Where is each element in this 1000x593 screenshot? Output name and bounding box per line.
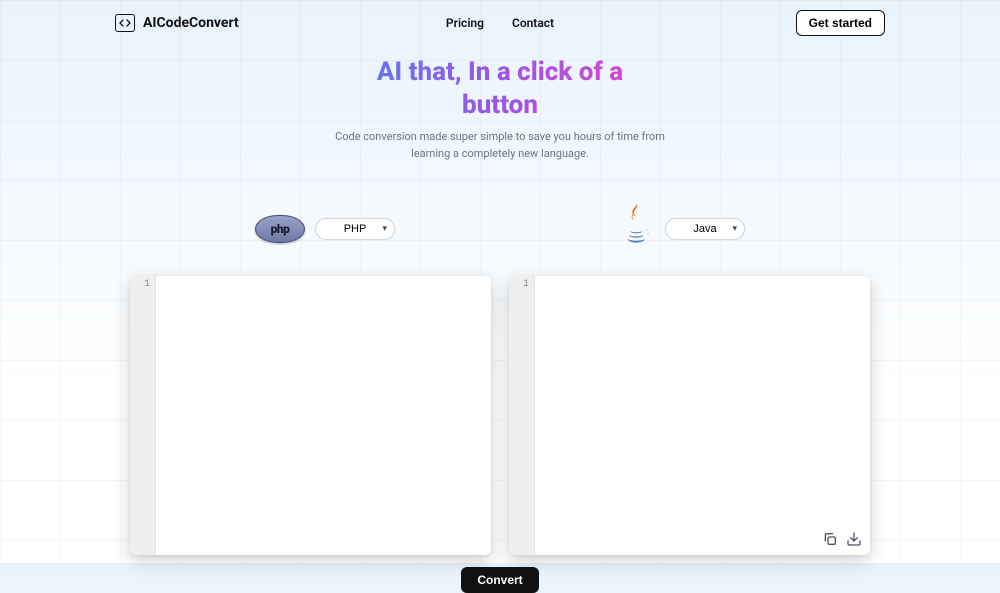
convert-button[interactable]: Convert bbox=[461, 567, 538, 593]
source-editor[interactable]: 1 bbox=[130, 276, 491, 555]
target-language-group: Java bbox=[615, 202, 745, 256]
editors-row: 1 1 bbox=[0, 276, 1000, 555]
source-language-group: php PHP bbox=[255, 202, 395, 256]
download-icon[interactable] bbox=[846, 531, 862, 547]
hero-title: AI that, In a click of a button bbox=[340, 56, 660, 121]
hero: AI that, In a click of a button Code con… bbox=[0, 56, 1000, 162]
get-started-button[interactable]: Get started bbox=[796, 10, 885, 36]
source-gutter: 1 bbox=[130, 276, 156, 555]
copy-icon[interactable] bbox=[822, 531, 838, 547]
target-editor-actions bbox=[822, 531, 862, 547]
target-gutter: 1 bbox=[509, 276, 535, 555]
brand-name: AICodeConvert bbox=[143, 15, 239, 31]
source-code-area[interactable] bbox=[156, 276, 491, 555]
target-code-area bbox=[535, 276, 870, 555]
brand-logo[interactable]: AICodeConvert bbox=[115, 14, 239, 32]
language-selectors: php PHP Java bbox=[0, 202, 1000, 256]
target-editor: 1 bbox=[509, 276, 870, 555]
java-icon bbox=[615, 202, 655, 256]
nav-contact[interactable]: Contact bbox=[512, 16, 554, 30]
target-language-select[interactable]: Java bbox=[665, 218, 745, 240]
code-icon bbox=[115, 14, 135, 32]
header: AICodeConvert Pricing Contact Get starte… bbox=[0, 0, 1000, 46]
nav-pricing[interactable]: Pricing bbox=[446, 16, 484, 30]
top-nav: Pricing Contact bbox=[446, 16, 554, 30]
hero-subtitle: Code conversion made super simple to sav… bbox=[335, 129, 665, 162]
source-language-select[interactable]: PHP bbox=[315, 218, 395, 240]
php-icon: php bbox=[255, 215, 305, 243]
convert-row: Convert bbox=[0, 567, 1000, 593]
line-number: 1 bbox=[130, 279, 150, 290]
line-number: 1 bbox=[509, 279, 529, 290]
